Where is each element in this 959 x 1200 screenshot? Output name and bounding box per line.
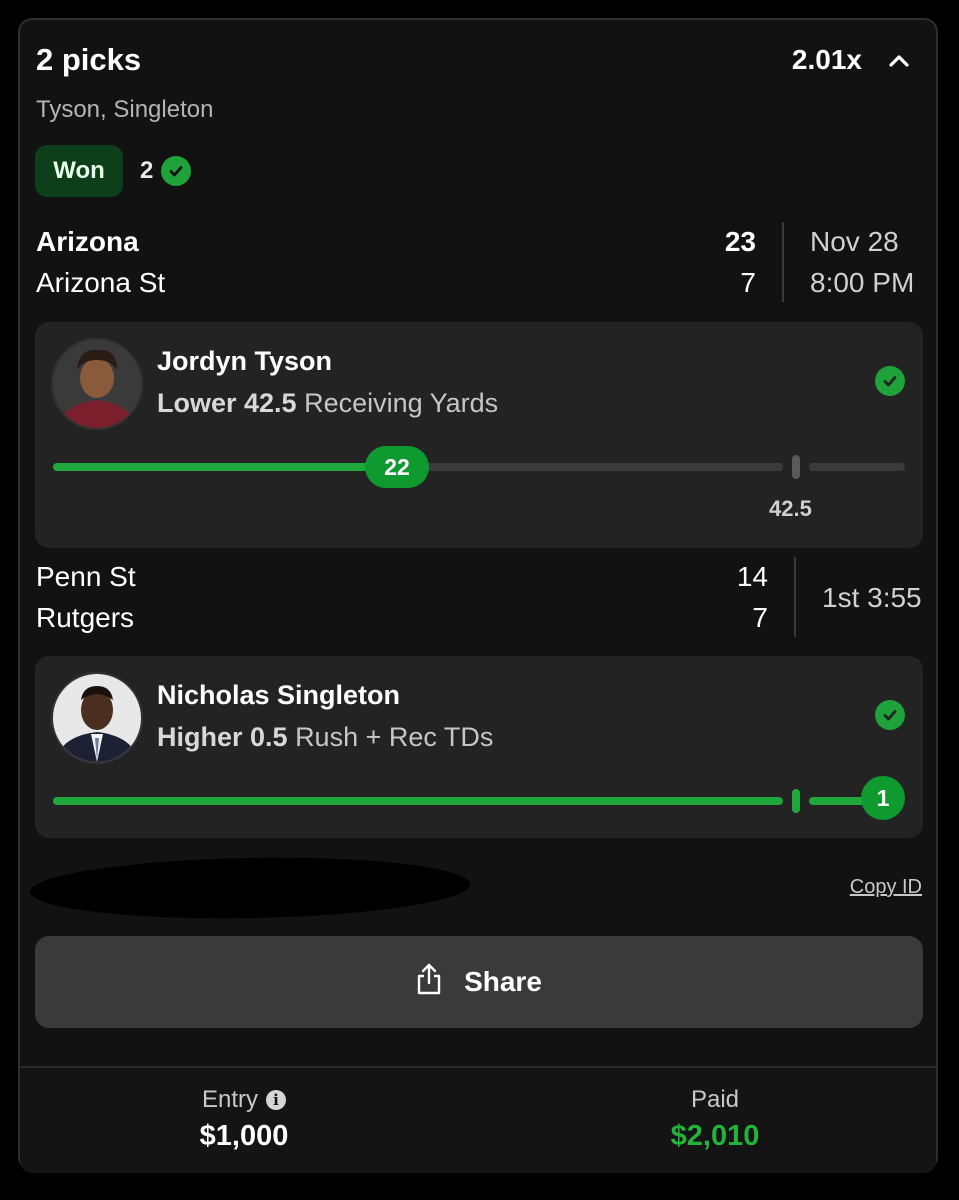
pick-direction: Lower 42.5 xyxy=(157,388,297,418)
player-avatar-icon xyxy=(51,338,143,430)
team-name: Penn St xyxy=(36,561,136,592)
pick-direction: Higher 0.5 xyxy=(157,722,288,752)
line-marker xyxy=(792,455,800,479)
pick-line: Higher 0.5 Rush + Rec TDs xyxy=(157,722,493,753)
team-score: 7 xyxy=(752,602,768,633)
pick-line: Lower 42.5 Receiving Yards xyxy=(157,388,498,419)
check-circle-icon xyxy=(161,156,192,186)
team-name: Rutgers xyxy=(36,602,135,633)
pick-card[interactable]: Jordyn Tyson Lower 42.5 Receiving Yards … xyxy=(35,322,923,548)
game-row: Arizona Arizona St 23 7 Nov 28 8:00 PM xyxy=(36,222,926,306)
line-marker xyxy=(792,789,800,813)
divider xyxy=(794,557,796,637)
check-circle-icon xyxy=(875,700,905,730)
pick-stat: Rush + Rec TDs xyxy=(295,722,494,752)
game-date: Nov 28 xyxy=(810,226,899,257)
won-count: 2 xyxy=(140,156,192,186)
info-icon[interactable]: i xyxy=(266,1090,286,1110)
team-score: 23 xyxy=(724,226,756,257)
line-value: 42.5 xyxy=(769,496,812,521)
share-button[interactable]: Share xyxy=(35,936,923,1028)
entry-footer: Entry i $1,000 Paid $2,010 xyxy=(20,1066,936,1173)
player-name: Nicholas Singleton xyxy=(157,680,401,710)
paid-label: Paid xyxy=(690,1086,740,1113)
divider xyxy=(782,222,784,302)
player-name: Jordyn Tyson xyxy=(157,346,333,376)
current-value-pill: 22 xyxy=(365,446,429,488)
paid-amount: Paid $2,010 xyxy=(565,1086,865,1153)
share-icon xyxy=(416,963,442,1002)
progress-track: 22 xyxy=(53,446,905,488)
share-label: Share xyxy=(464,966,542,997)
entry-value: $1,000 xyxy=(199,1120,289,1152)
pick-stat: Receiving Yards xyxy=(304,388,499,418)
picks-title: 2 picks xyxy=(36,42,142,77)
team-name: Arizona xyxy=(36,226,139,257)
redacted-entry-id xyxy=(29,854,471,922)
paid-value: $2,010 xyxy=(670,1120,760,1152)
entry-label: Entry xyxy=(201,1086,258,1113)
current-value-pill: 1 xyxy=(861,776,905,820)
player-avatar-icon xyxy=(51,672,143,764)
progress-fill xyxy=(53,797,783,805)
pick-card[interactable]: Nicholas Singleton Higher 0.5 Rush + Rec… xyxy=(35,656,923,838)
status-badge: Won xyxy=(35,145,123,197)
game-row: Penn St Rutgers 14 7 1st 3:55 xyxy=(36,557,926,641)
team-score: 14 xyxy=(736,561,768,592)
progress-fill xyxy=(53,463,383,471)
progress-track: 1 xyxy=(53,776,905,820)
chevron-up-icon[interactable] xyxy=(884,46,914,76)
copy-id-link[interactable]: Copy ID xyxy=(850,876,922,899)
game-clock: 1st 3:55 xyxy=(822,582,922,613)
check-circle-icon xyxy=(875,366,905,396)
won-count-value: 2 xyxy=(140,157,154,184)
team-name: Arizona St xyxy=(36,267,166,298)
game-time: 8:00 PM xyxy=(810,267,915,298)
entry-card: 2 picks 2.01x Tyson, Singleton Won 2 Ari… xyxy=(18,18,938,1173)
payout-multiplier: 2.01x xyxy=(791,44,862,75)
team-score: 7 xyxy=(740,267,756,298)
entry-amount: Entry i $1,000 xyxy=(94,1086,394,1153)
players-summary: Tyson, Singleton xyxy=(36,96,214,123)
